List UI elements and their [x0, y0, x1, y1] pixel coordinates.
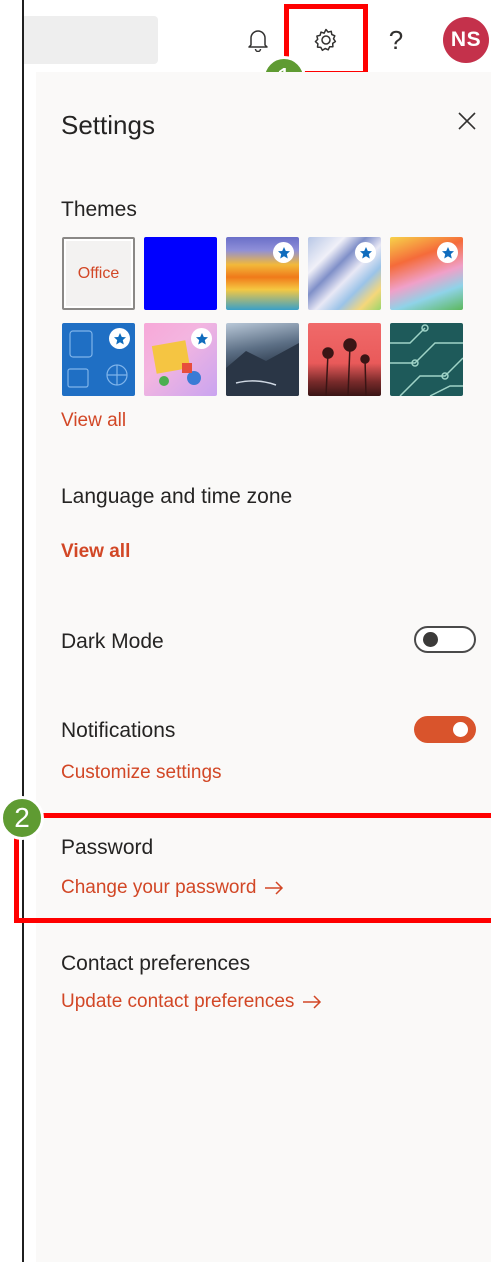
theme-tile-circuit[interactable]	[390, 323, 463, 396]
settings-panel: Settings Themes Office View all Language…	[36, 72, 491, 1262]
update-contact-link[interactable]: Update contact preferences	[61, 991, 322, 1013]
close-icon[interactable]	[454, 108, 480, 134]
theme-tile-mountain[interactable]	[226, 323, 299, 396]
dark-mode-label: Dark Mode	[61, 630, 164, 653]
bell-icon[interactable]	[240, 22, 276, 58]
dark-mode-toggle-knob	[423, 632, 438, 647]
themes-view-all-link[interactable]: View all	[61, 410, 126, 432]
star-icon	[191, 328, 212, 349]
theme-tile-palms[interactable]	[308, 323, 381, 396]
search-box[interactable]	[24, 16, 158, 64]
update-contact-label: Update contact preferences	[61, 991, 295, 1012]
themes-heading: Themes	[61, 198, 137, 221]
theme-tile-unicorn[interactable]	[390, 237, 463, 310]
theme-tile-games[interactable]	[144, 323, 217, 396]
customize-settings-link[interactable]: Customize settings	[61, 762, 222, 784]
star-icon	[273, 242, 294, 263]
step-2-badge: 2	[0, 796, 44, 840]
theme-tile-office[interactable]: Office	[62, 237, 135, 310]
language-heading: Language and time zone	[61, 485, 293, 508]
help-icon[interactable]: ?	[378, 22, 414, 58]
theme-tile-wave[interactable]	[226, 237, 299, 310]
theme-tile-blue[interactable]	[144, 237, 217, 310]
dark-mode-toggle[interactable]	[414, 626, 476, 653]
contact-heading: Contact preferences	[61, 952, 251, 975]
star-icon	[355, 242, 376, 263]
theme-tile-ribbon[interactable]	[308, 237, 381, 310]
avatar[interactable]: NS	[443, 17, 489, 63]
star-icon	[437, 242, 458, 263]
theme-tile-office-label: Office	[77, 264, 120, 282]
star-icon	[109, 328, 130, 349]
notifications-toggle-knob	[453, 722, 468, 737]
arrow-right-icon	[303, 995, 322, 1009]
theme-tile-school[interactable]	[62, 323, 135, 396]
highlight-box-step-2	[14, 813, 491, 923]
language-view-all-link[interactable]: View all	[61, 541, 130, 563]
notifications-toggle[interactable]	[414, 716, 476, 743]
left-border	[22, 0, 24, 1262]
notifications-label: Notifications	[61, 719, 176, 742]
top-bar: ? NS	[24, 0, 491, 76]
panel-title: Settings	[61, 110, 155, 140]
